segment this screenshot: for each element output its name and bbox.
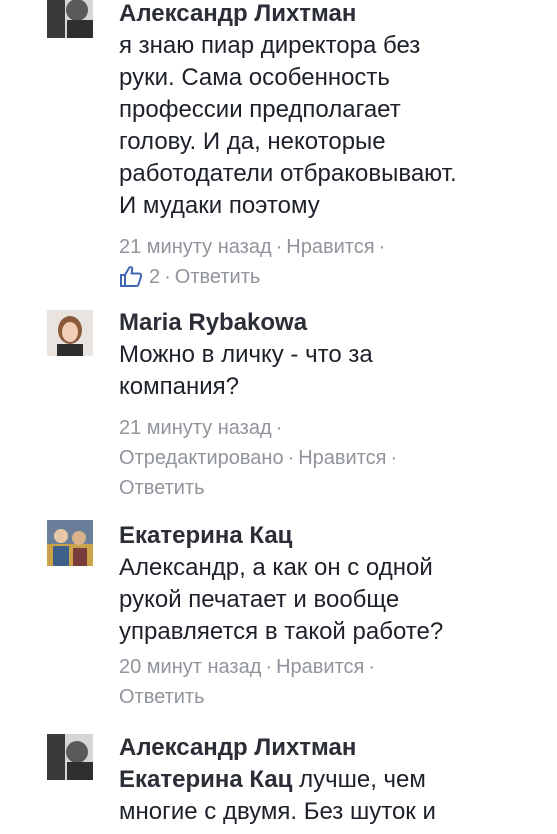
like-link[interactable]: Нравится <box>286 236 374 258</box>
comment-text-line: многие с двумя. Без шуток и <box>119 798 436 825</box>
separator-dot: · <box>275 236 283 258</box>
comment-text-line: Александр, а как он с одной <box>119 554 433 581</box>
separator-dot: · <box>378 236 386 258</box>
comment-meta: 20 минут назад · Нравится · <box>119 652 557 682</box>
reply-link[interactable]: Ответить <box>119 686 205 708</box>
comment-text-line: голову. И да, некоторые <box>119 128 386 155</box>
comment-meta-2: 2 · Ответить <box>119 262 557 296</box>
comment-text-line: профессии предполагает <box>119 96 401 123</box>
separator-dot: · <box>390 447 398 469</box>
avatar[interactable] <box>47 520 93 566</box>
comment-text-line: Екатерина Кац лучше, чем <box>119 764 557 796</box>
reply-link[interactable]: Ответить <box>119 477 205 499</box>
comment-meta-2: Отредактировано · Нравится · <box>119 443 557 473</box>
avatar[interactable] <box>47 734 93 780</box>
like-link[interactable]: Нравится <box>276 656 364 678</box>
avatar-image <box>47 0 93 38</box>
comment-text-line: руки. Сама особенность <box>119 64 390 91</box>
separator-dot: · <box>287 447 295 469</box>
comment-meta: 21 минуту назад · Нравится · <box>119 232 557 262</box>
comment-meta-3: Ответить <box>119 473 557 503</box>
avatar[interactable] <box>47 310 93 356</box>
separator-dot: · <box>275 417 283 439</box>
comment-text-line: рукой печатает и вообще <box>119 586 400 613</box>
edited-link[interactable]: Отредактировано <box>119 447 284 469</box>
comment-timestamp[interactable]: 21 минуту назад <box>119 236 272 258</box>
comment-text-line: работодатели отбраковывают. <box>119 160 457 187</box>
comment-meta-2: Ответить <box>119 682 557 712</box>
avatar-image <box>47 734 93 780</box>
avatar-image <box>47 310 93 356</box>
comment-text-line: управляется в такой работе? <box>119 618 444 645</box>
avatar[interactable] <box>47 0 93 38</box>
mention-link[interactable]: Екатерина Кац <box>119 766 292 793</box>
comment-timestamp[interactable]: 20 минут назад <box>119 656 261 678</box>
comment-author[interactable]: Maria Rybakowa <box>119 307 557 339</box>
thumbs-up-icon[interactable] <box>119 265 143 296</box>
separator-dot: · <box>265 656 273 678</box>
comment-text-line: И мудаки поэтому <box>119 192 320 219</box>
like-link[interactable]: Нравится <box>298 447 386 469</box>
comment-text-fragment: лучше, чем <box>292 766 426 793</box>
comment-meta: 21 минуту назад · <box>119 413 557 443</box>
comment-timestamp[interactable]: 21 минуту назад <box>119 417 272 439</box>
avatar-image <box>47 520 93 566</box>
comment-text-line: компания? <box>119 373 239 400</box>
separator-dot: · <box>164 266 171 288</box>
separator-dot: · <box>368 656 376 678</box>
comment-text-line: я знаю пиар директора без <box>119 32 421 59</box>
comment-text-line: Можно в личку - что за <box>119 341 373 368</box>
comment-author[interactable]: Екатерина Кац <box>119 520 557 552</box>
reply-link[interactable]: Ответить <box>175 266 261 288</box>
comment-author[interactable]: Александр Лихтман <box>119 0 557 30</box>
like-count[interactable]: 2 <box>149 266 160 288</box>
comment-author[interactable]: Александр Лихтман <box>119 732 557 764</box>
